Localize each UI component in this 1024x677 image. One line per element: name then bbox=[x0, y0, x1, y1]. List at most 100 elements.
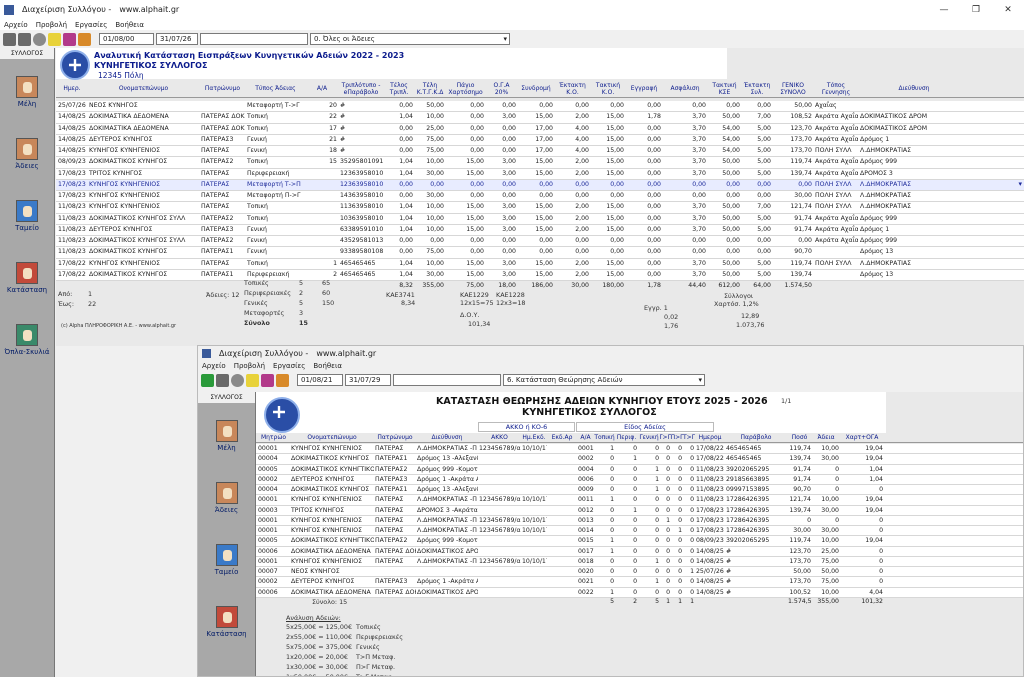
table-row[interactable]: 00005 ΔΟΚΙΜΑΣΤΙΚΟΣ ΚΥΝΗΓΤΙΚΟ ΠΑΤΕΡΑΣ2 Δρόμο… bbox=[256, 536, 1023, 547]
date-to-input[interactable]: 31/07/26 bbox=[156, 33, 198, 45]
table-row[interactable]: 00001 ΚΥΝΗΓΟΣ ΚΥΝΗΓΕΝΙΟΣ ΠΑΤΕΡΑΣ Λ.ΔΗΜΟΚΡΑΤ… bbox=[256, 557, 1023, 567]
globe-icon-2[interactable] bbox=[231, 373, 244, 387]
table-row[interactable]: 00007 ΝΕΟΣ ΚΥΝΗΓΟΣ 0020 0 0 0 0 0 1 25/07/26 #50,0… bbox=[256, 567, 1023, 578]
add-icon-2[interactable] bbox=[201, 373, 214, 387]
win1-header-19[interactable]: Διεύθυνση bbox=[859, 80, 969, 97]
table-row[interactable]: 00003 ΤΡΙΤΟΣ ΚΥΝΗΓΟΣ ΠΑΤΕΡΑΣ ΔΡΟΜΟΣ 3 -Ακρά… bbox=[256, 506, 1023, 516]
table-row[interactable]: 00002 ΔΕΥΤΕΡΟΣ ΚΥΝΗΓΟΣ ΠΑΤΕΡΑΣ3 Δρόμος 1 -Α… bbox=[256, 475, 1023, 485]
win2-header-3[interactable]: Διεύθυνση bbox=[416, 433, 478, 442]
win1-header-14[interactable]: Ασφάλιση bbox=[663, 80, 707, 97]
win1-header-4[interactable]: Α/Α bbox=[306, 80, 338, 97]
sidebar-item-weapons-dogs[interactable]: Όπλα-Σκυλιά bbox=[0, 324, 54, 356]
globe-icon[interactable] bbox=[33, 32, 46, 46]
table-row[interactable]: 00002 ΔΕΥΤΕΡΟΣ ΚΥΝΗΓΟΣ ΠΑΤΕΡΑΣ3 Δρόμος 1 -Α… bbox=[256, 577, 1023, 588]
exit-icon-2[interactable] bbox=[276, 373, 289, 387]
win2-header-6[interactable]: Εκδ.Αρ bbox=[547, 433, 577, 442]
win2-header-15[interactable]: Παράβολο bbox=[725, 433, 787, 442]
table-row[interactable]: 14/08/25 ΔΟΚΙΜΑΣΤΙΚΑ ΔΕΔΟΜΕΝΑ ΠΑΤΕΡΑΣ ΔΟΚ Τ… bbox=[56, 112, 1024, 124]
sidebar-item-status[interactable]: Κατάσταση bbox=[0, 262, 54, 294]
menu-tasks[interactable]: Εργασίες bbox=[75, 21, 107, 29]
report-select[interactable]: 0. Όλες οι Άδειες bbox=[310, 33, 510, 45]
win2-header-14[interactable]: Ημερομ bbox=[695, 433, 725, 442]
book-icon[interactable] bbox=[63, 32, 76, 46]
win1-header-2[interactable]: Πατρώνυμο bbox=[200, 80, 245, 97]
sidebar-2-item-cashier[interactable]: Ταμείο bbox=[198, 544, 255, 576]
table-row[interactable]: 14/08/25 ΔΕΥΤΕΡΟΣ ΚΥΝΗΓΟΣ ΠΑΤΕΡΑΣ3 Γενική 21… bbox=[56, 135, 1024, 146]
table-row[interactable]: 17/08/23 ΚΥΝΗΓΟΣ ΚΥΝΗΓΕΝΙΟΣ ΠΑΤΕΡΑΣ Μεταφορ… bbox=[56, 179, 1024, 191]
win1-header-1[interactable]: Ονοματεπώνυμο bbox=[88, 80, 199, 97]
note-icon-2[interactable] bbox=[246, 373, 259, 387]
table-row[interactable]: 11/08/23 ΔΟΚΙΜΑΣΤΙΚΟΣ ΚΥΝΗΓΟΣ ΠΑΤΕΡΑΣ1 Γενι… bbox=[56, 247, 1024, 259]
minimize-button[interactable]: — bbox=[928, 5, 960, 15]
win2-header-8[interactable]: Τοπική bbox=[594, 433, 615, 442]
table-row[interactable]: 00001 ΚΥΝΗΓΟΣ ΚΥΝΗΓΕΝΙΟΣ ΠΑΤΕΡΑΣ Λ.ΔΗΜΟΚΡΑΤ… bbox=[256, 444, 1023, 455]
table-row[interactable]: 17/08/22 ΚΥΝΗΓΟΣ ΚΥΝΗΓΕΝΙΟΣ ΠΑΤΕΡΑΣ Τοπική 1… bbox=[56, 259, 1024, 270]
menu-file[interactable]: Αρχείο bbox=[4, 21, 28, 29]
table-row[interactable]: 17/08/22 ΔΟΚΙΜΑΣΤΙΚΟΣ ΚΥΝΗΓΟΣ ΠΑΤΕΡΑΣ1 Περι… bbox=[56, 270, 1024, 281]
table-row[interactable]: 11/08/23 ΚΥΝΗΓΟΣ ΚΥΝΗΓΕΝΙΟΣ ΠΑΤΕΡΑΣ Τοπική 1… bbox=[56, 202, 1024, 214]
table-row[interactable]: 00001 ΚΥΝΗΓΟΣ ΚΥΝΗΓΕΝΙΟΣ ΠΑΤΕΡΑΣ Λ.ΔΗΜΟΚΡΑΤ… bbox=[256, 516, 1023, 526]
sidebar-item-cashier[interactable]: Ταμείο bbox=[0, 200, 54, 232]
win1-header-17[interactable]: ΓΕΝΙΚΟ ΣΥΝΟΛΟ bbox=[773, 80, 813, 97]
win2-header-2[interactable]: Πατρώνυμο bbox=[374, 433, 416, 442]
win2-header-18[interactable]: Χαρτ+ΟΓΑ bbox=[840, 433, 884, 442]
win1-header-11[interactable]: Έκτακτη Κ.Ο. bbox=[555, 80, 590, 97]
table-row[interactable]: 14/08/25 ΔΟΚΙΜΑΣΤΙΚΑ ΔΕΔΟΜΕΝΑ ΠΑΤΕΡΑΣ ΔΟΚ Τ… bbox=[56, 124, 1024, 135]
win1-header-9[interactable]: Ο.Γ.Α 20% bbox=[486, 80, 517, 97]
table-row[interactable]: 00005 ΔΟΚΙΜΑΣΤΙΚΟΣ ΚΥΝΗΓΤΙΚΟ ΠΑΤΕΡΑΣ2 Δρόμο… bbox=[256, 465, 1023, 475]
table-row[interactable]: 11/08/23 ΔΟΚΙΜΑΣΤΙΚΟΣ ΚΥΝΗΓΟΣ ΣΥΛΛ ΠΑΤΕΡΑΣ… bbox=[56, 214, 1024, 225]
menu-view-2[interactable]: Προβολή bbox=[234, 362, 265, 370]
book-icon-2[interactable] bbox=[261, 373, 274, 387]
sidebar-2-item-members[interactable]: Μέλη bbox=[198, 420, 255, 452]
maximize-button[interactable]: ❐ bbox=[960, 5, 992, 15]
date-from-input-2[interactable]: 01/08/21 bbox=[297, 374, 343, 386]
win1-header-13[interactable]: Εγγραφή bbox=[626, 80, 662, 97]
sidebar-2-item-licenses[interactable]: Άδειες bbox=[198, 482, 255, 514]
win2-header-9[interactable]: Περιφ. bbox=[615, 433, 638, 442]
win1-header-6[interactable]: Τέλος Τριπλ. bbox=[384, 80, 414, 97]
search-input[interactable] bbox=[200, 33, 308, 45]
menu-help-2[interactable]: Βοήθεια bbox=[313, 362, 342, 370]
date-to-input-2[interactable]: 31/07/29 bbox=[345, 374, 391, 386]
win1-header-16[interactable]: Έκτακτη Συλ. bbox=[742, 80, 772, 97]
sidebar-2-item-status[interactable]: Κατάσταση bbox=[198, 606, 255, 638]
menu-view[interactable]: Προβολή bbox=[36, 21, 67, 29]
date-from-input[interactable]: 01/08/00 bbox=[99, 33, 154, 45]
table-row[interactable]: 00004 ΔΟΚΙΜΑΣΤΙΚΟΣ ΚΥΝΗΓΟΣ ΠΑΤΕΡΑΣ1 Δρόμος … bbox=[256, 454, 1023, 465]
win1-header-8[interactable]: Πάγιο Χαρτόσημο bbox=[446, 80, 485, 97]
win1-header-12[interactable]: Τακτική Κ.Ο. bbox=[591, 80, 625, 97]
delete-icon[interactable] bbox=[18, 32, 31, 46]
win1-header-0[interactable]: Ημερ. bbox=[57, 80, 87, 97]
table-row[interactable]: 11/08/23 ΔΟΚΙΜΑΣΤΙΚΟΣ ΚΥΝΗΓΟΣ ΣΥΛΛ ΠΑΤΕΡΑΣ… bbox=[56, 236, 1024, 248]
sidebar-item-members[interactable]: Μέλη bbox=[0, 76, 54, 108]
table-row[interactable]: 00006 ΔΟΚΙΜΑΣΤΙΚΑ ΔΕΔΟΜΕΝΑ ΠΑΤΕΡΑΣ ΔΟΚ ΔΟΚΙ… bbox=[256, 547, 1023, 557]
win1-header-3[interactable]: Τύπος Άδειας bbox=[246, 80, 305, 97]
menu-file-2[interactable]: Αρχείο bbox=[202, 362, 226, 370]
report-select-2[interactable]: 6. Κατάσταση Θεώρησης Αδειών bbox=[503, 374, 705, 386]
win2-header-16[interactable]: Ποσό bbox=[787, 433, 812, 442]
win1-header-10[interactable]: Συνδρομή bbox=[518, 80, 554, 97]
search-input-2[interactable] bbox=[393, 374, 501, 386]
win2-header-0[interactable]: Μητρώο bbox=[257, 433, 290, 442]
table-row[interactable]: 17/08/23 ΚΥΝΗΓΟΣ ΚΥΝΗΓΕΝΙΟΣ ΠΑΤΕΡΑΣ Μεταφορ… bbox=[56, 191, 1024, 203]
win2-header-11[interactable]: Τ>Π bbox=[660, 433, 671, 442]
win1-header-7[interactable]: Τέλη Κ.Τ.Γ.Κ.Δ bbox=[415, 80, 445, 97]
table-row[interactable]: 08/09/23 ΔΟΚΙΜΑΣΤΙΚΟΣ ΚΥΝΗΓΟΣ ΠΑΤΕΡΑΣ2 Τοπι… bbox=[56, 157, 1024, 169]
win2-header-5[interactable]: Ημ.Εκδ. bbox=[521, 433, 547, 442]
win1-header-5[interactable]: Τριπλότυπο - eΠαράβολο bbox=[339, 80, 383, 97]
win2-header-10[interactable]: Γενική bbox=[638, 433, 660, 442]
delete-icon-2[interactable] bbox=[216, 373, 229, 387]
table-row[interactable]: 00001 ΚΥΝΗΓΟΣ ΚΥΝΗΓΕΝΙΟΣ ΠΑΤΕΡΑΣ Λ.ΔΗΜΟΚΡΑΤ… bbox=[256, 495, 1023, 506]
win2-header-12[interactable]: Π>Γ bbox=[671, 433, 683, 442]
win2-header-13[interactable]: Τ>Γ bbox=[683, 433, 695, 442]
close-button[interactable]: ✕ bbox=[992, 5, 1024, 15]
win2-header-1[interactable]: Ονοματεπώνυμο bbox=[290, 433, 374, 442]
table-row[interactable]: 00001 ΚΥΝΗΓΟΣ ΚΥΝΗΓΕΝΙΟΣ ΠΑΤΕΡΑΣ Λ.ΔΗΜΟΚΡΑΤ… bbox=[256, 526, 1023, 537]
win1-header-15[interactable]: Τακτική ΚΣΕ bbox=[708, 80, 741, 97]
win2-header-17[interactable]: Άδεια bbox=[812, 433, 840, 442]
table-row[interactable]: 25/07/26 ΝΕΟΣ ΚΥΝΗΓΟΣ Μεταφορτή Τ->Γ 20 #0,0… bbox=[56, 101, 1024, 113]
win1-header-18[interactable]: Τόπος Γεννησης bbox=[814, 80, 858, 97]
menu-tasks-2[interactable]: Εργασίες bbox=[273, 362, 305, 370]
win2-header-7[interactable]: Α/Α bbox=[577, 433, 594, 442]
table-row[interactable]: 11/08/23 ΔΕΥΤΕΡΟΣ ΚΥΝΗΓΟΣ ΠΑΤΕΡΑΣ3 Γενική 63… bbox=[56, 225, 1024, 236]
